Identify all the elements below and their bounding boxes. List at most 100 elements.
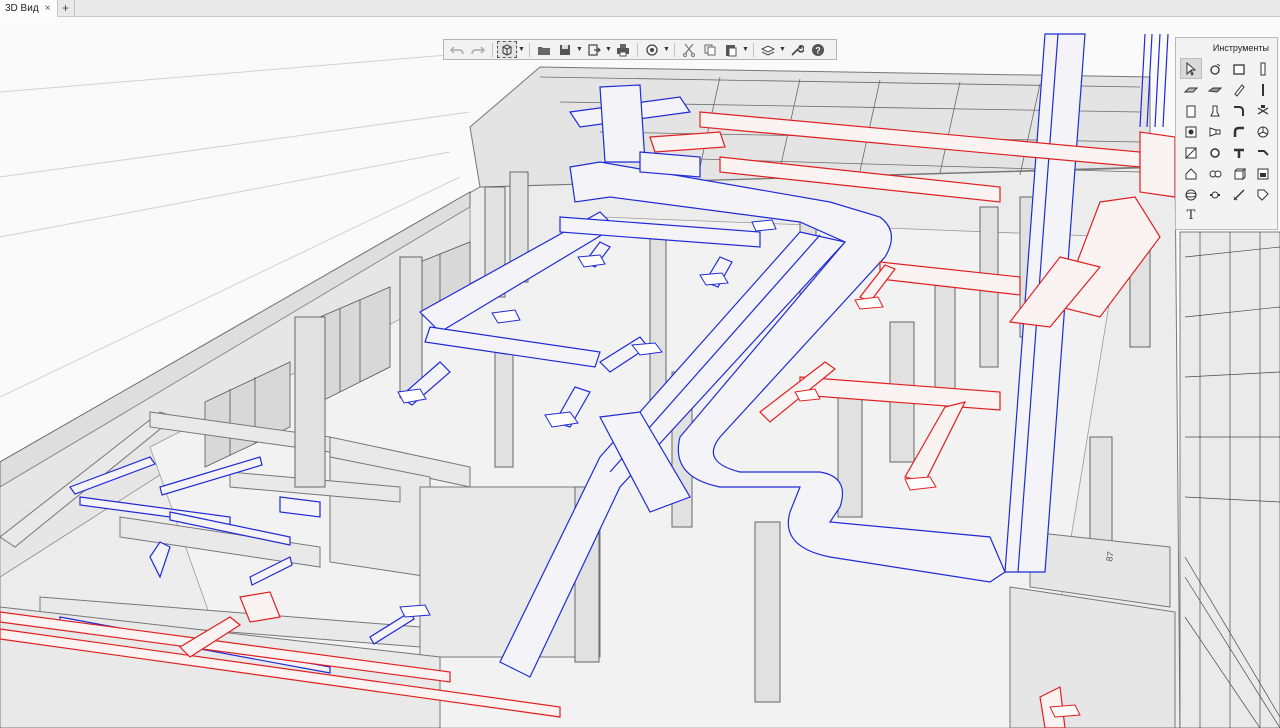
open-folder-icon: [538, 46, 550, 55]
house-tool[interactable]: [1180, 163, 1202, 184]
fixture-tool[interactable]: [1204, 100, 1226, 121]
orbit-button[interactable]: [642, 41, 662, 58]
line-icon: [1262, 83, 1264, 96]
fan-tool[interactable]: [1252, 121, 1274, 142]
chevron-down-icon[interactable]: ▼: [605, 41, 612, 58]
pencil-icon: [1234, 83, 1245, 97]
text-tool-icon: T: [1186, 208, 1196, 223]
copy-icon: [704, 44, 716, 55]
damper-tool[interactable]: [1180, 142, 1202, 163]
settings-button[interactable]: [787, 41, 807, 58]
rotate-tool[interactable]: [1204, 58, 1226, 79]
copy-button[interactable]: [700, 41, 720, 58]
valve-icon: [1257, 104, 1269, 115]
wrench-icon: [791, 44, 804, 56]
chevron-down-icon[interactable]: ▼: [742, 41, 749, 58]
tools-panel: Инструменты T: [1175, 37, 1278, 230]
duct-elbow-icon: [1233, 126, 1244, 137]
export-icon: [588, 43, 601, 56]
tag-tool[interactable]: [1252, 184, 1274, 205]
save-icon: [560, 44, 570, 55]
pencil-tool[interactable]: [1228, 79, 1250, 100]
valve-tool[interactable]: [1252, 100, 1274, 121]
paste-icon: [726, 44, 737, 56]
house-icon: [1185, 167, 1197, 179]
chevron-down-icon[interactable]: ▼: [779, 41, 786, 58]
damper-icon: [1185, 147, 1197, 158]
equipment-tool[interactable]: [1180, 121, 1202, 142]
pipe-bend-tool[interactable]: [1228, 100, 1250, 121]
coupling-icon: [1210, 191, 1220, 198]
grille-tool[interactable]: [1204, 163, 1226, 184]
print-button[interactable]: [613, 41, 633, 58]
select-tool[interactable]: [1180, 58, 1202, 79]
slab-icon: [1184, 87, 1198, 92]
paste-button[interactable]: [721, 41, 741, 58]
main-toolbar: ▼ ▼ ▼ ▼ ▼ ▼ ?: [443, 39, 837, 60]
export-button[interactable]: [584, 41, 604, 58]
tools-grid: T: [1176, 58, 1277, 226]
rotate-object-icon: [1210, 63, 1221, 75]
undo-button[interactable]: [447, 41, 467, 58]
sphere-tool[interactable]: [1180, 184, 1202, 205]
undo-icon: [450, 46, 464, 54]
3d-view-mode-button[interactable]: [497, 41, 517, 58]
3d-box-icon: [502, 43, 512, 56]
open-button[interactable]: [534, 41, 554, 58]
fitting-icon: [1210, 147, 1220, 158]
orbit-icon: [646, 43, 658, 56]
cabinet-icon: [1257, 168, 1269, 179]
select-cursor-icon: [1186, 61, 1197, 76]
3d-viewport[interactable]: 87 ▼ ▼ ▼ ▼ ▼ ▼ ? Инструменты T: [0, 17, 1280, 728]
layers-button[interactable]: [758, 41, 778, 58]
fan-icon: [1257, 126, 1269, 137]
chevron-down-icon[interactable]: ▼: [518, 41, 525, 58]
duct-elbow-tool[interactable]: [1228, 121, 1250, 142]
measure-tool[interactable]: [1228, 184, 1250, 205]
door-icon: [1186, 105, 1196, 117]
toolbar-separator: [529, 42, 530, 57]
connector-tool[interactable]: [1252, 142, 1274, 163]
help-icon: ?: [812, 43, 824, 56]
redo-button[interactable]: [468, 41, 488, 58]
tab-close-icon[interactable]: ×: [45, 3, 51, 14]
tab-3d-view[interactable]: 3D Вид ×: [0, 0, 58, 17]
text-tool[interactable]: T: [1180, 205, 1202, 226]
box-tool[interactable]: [1228, 163, 1250, 184]
toolbar-separator: [637, 42, 638, 57]
cut-icon: [683, 43, 695, 57]
cut-button[interactable]: [679, 41, 699, 58]
add-tab-button[interactable]: +: [58, 0, 75, 16]
cabinet-tool[interactable]: [1252, 163, 1274, 184]
measure-icon: [1233, 189, 1245, 200]
coupling-tool[interactable]: [1204, 184, 1226, 205]
chevron-down-icon[interactable]: ▼: [576, 41, 583, 58]
save-button[interactable]: [555, 41, 575, 58]
room-number-label: 87: [1104, 551, 1116, 563]
line-tool[interactable]: [1252, 79, 1274, 100]
redo-icon: [471, 46, 485, 54]
square-tool[interactable]: [1228, 58, 1250, 79]
app-window: 3D Вид × + 87 ▼ ▼ ▼ ▼ ▼ ▼ ? Инструменты …: [0, 0, 1280, 728]
grille-icon: [1209, 170, 1222, 177]
beam-tool[interactable]: [1204, 79, 1226, 100]
column-icon: [1260, 62, 1266, 75]
duct-transition-tool[interactable]: [1204, 121, 1226, 142]
print-icon: [617, 43, 629, 56]
square-icon: [1233, 63, 1245, 75]
layers-icon: [761, 44, 775, 56]
chevron-down-icon[interactable]: ▼: [663, 41, 670, 58]
fitting-tool[interactable]: [1204, 142, 1226, 163]
tools-panel-title: Инструменты: [1212, 43, 1269, 53]
toolbar-separator: [753, 42, 754, 57]
help-button[interactable]: ?: [808, 41, 828, 58]
beam-icon: [1208, 87, 1222, 93]
column-tool[interactable]: [1252, 58, 1274, 79]
tab-label: 3D Вид: [5, 3, 39, 14]
door-tool[interactable]: [1180, 100, 1202, 121]
slab-tool[interactable]: [1180, 79, 1202, 100]
building-3d-model[interactable]: 87: [0, 17, 1280, 728]
tee-tool[interactable]: [1228, 142, 1250, 163]
sphere-icon: [1185, 189, 1197, 200]
fixture-icon: [1210, 105, 1220, 116]
